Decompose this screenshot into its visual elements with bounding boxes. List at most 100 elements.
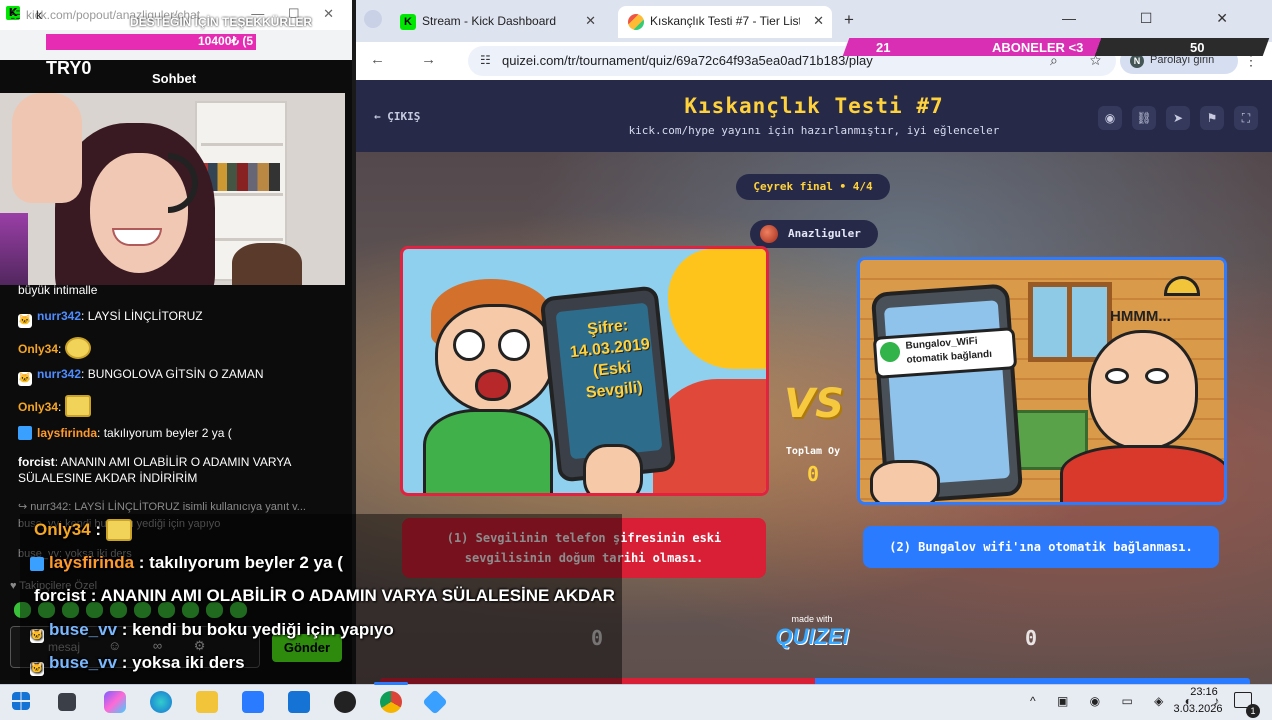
total-votes-label: Toplam Oy: [785, 446, 841, 457]
link-icon[interactable]: ⛓: [1132, 106, 1156, 130]
versus-badge: VS: [784, 381, 844, 427]
illustration-hair: [668, 249, 766, 369]
emote-icon[interactable]: [38, 602, 55, 618]
site-settings-icon[interactable]: ☷: [10, 8, 21, 22]
chat-heading: Sohbet: [152, 71, 197, 86]
chat-input-tools[interactable]: ☺ ∞ ⚙: [108, 638, 219, 654]
browser-window: K Stream - Kick Dashboard ✕ Kıskançlık T…: [356, 0, 1272, 684]
chat-username[interactable]: nurr342: [37, 309, 81, 323]
option-1-label[interactable]: (1) Sevgilinin telefon şifresinin eski s…: [412, 528, 756, 568]
copilot-icon[interactable]: [104, 691, 126, 713]
site-info-icon[interactable]: ☷: [480, 53, 491, 67]
tab-quiz[interactable]: Kıskançlık Testi #7 - Tier List, Kı ✕: [618, 6, 832, 38]
subscriber-badge-icon: 🐱: [18, 314, 32, 328]
option-2-image-card[interactable]: HMMM... Bungalov_WiFi otomatik bağlandı: [857, 257, 1227, 505]
avatar[interactable]: N: [1130, 54, 1144, 68]
avatar[interactable]: [760, 225, 778, 243]
webcam-plush-toy: [232, 243, 302, 285]
emote-icon[interactable]: [134, 602, 151, 618]
chat-message: Only34:: [18, 395, 91, 417]
clock-date[interactable]: 3.03.2026: [1166, 703, 1230, 715]
subscriber-goal-label: ABONELER <3: [992, 40, 1084, 55]
send-button[interactable]: Gönder: [272, 634, 342, 662]
chat-message: laysfirinda: takılıyorum beyler 2 ya (: [18, 425, 232, 441]
chat-username[interactable]: Only34: [18, 342, 58, 356]
illustration-eye: [1105, 368, 1129, 384]
chat-message: büyük intimalle: [18, 282, 97, 298]
tab-search-icon[interactable]: [364, 10, 382, 28]
chat-username[interactable]: laysfirinda: [37, 426, 97, 440]
streamer-name: TRY0: [46, 58, 92, 78]
made-with-label: made with: [791, 614, 833, 624]
emote-icon: [64, 395, 91, 417]
quizei-favicon-icon: [628, 14, 644, 30]
chat-message-text: : takılıyorum beyler 2 ya (: [97, 426, 232, 440]
flag-icon[interactable]: ⚑: [1200, 106, 1224, 130]
option-1-image-card[interactable]: Şifre: 14.03.2019 (Eski Sevgili): [400, 246, 769, 496]
chat-message: 🐱 nurr342: LAYSİ LİNÇLİTORUZ: [18, 308, 203, 328]
subscriber-goal-target: 50: [1190, 40, 1205, 55]
emote-icon: [64, 337, 91, 359]
creator-name[interactable]: Anazliguler: [788, 227, 861, 240]
close-icon[interactable]: ✕: [585, 6, 596, 36]
chrome-icon[interactable]: [380, 691, 402, 713]
chat-message-faded: buse_vv: kendi bu boku yediği için yapıy…: [18, 518, 221, 530]
followers-only-notice: ♥ Takipçilere Özel: [10, 580, 98, 592]
fullscreen-icon[interactable]: ⛶: [1234, 106, 1258, 130]
quiz-header-actions: ◉ ⛓ ➤ ⚑ ⛶: [1098, 106, 1258, 130]
chat-message-faded: buse_vv: yoksa iki ders: [18, 548, 132, 560]
emote-picker-strip[interactable]: [14, 602, 274, 618]
donation-goal-text: 10400₺ (5: [198, 34, 254, 48]
illustration-shirt: [1060, 445, 1224, 502]
emote-icon[interactable]: [182, 602, 199, 618]
new-tab-button[interactable]: +: [844, 10, 854, 30]
emote-icon[interactable]: [62, 602, 79, 618]
total-votes-count: 0: [806, 462, 820, 486]
file-explorer-icon[interactable]: [196, 691, 218, 713]
quizei-logo[interactable]: QUIZEI: [762, 624, 862, 650]
window-controls[interactable]: — ☐ ✕: [1062, 10, 1258, 27]
emote-icon[interactable]: [86, 602, 103, 618]
chat-address-text[interactable]: k: [36, 8, 42, 22]
emote-icon[interactable]: [14, 602, 31, 618]
edge-icon[interactable]: [150, 691, 172, 713]
outlook-icon[interactable]: [288, 691, 310, 713]
chat-message-text: : BUNGOLOVA GİTSİN O ZAMAN: [81, 367, 264, 381]
tab-kick-dashboard[interactable]: K Stream - Kick Dashboard ✕: [390, 6, 604, 38]
chat-input-placeholder[interactable]: mesaj: [48, 640, 80, 654]
option-2-votes: 0: [1024, 626, 1038, 650]
chat-username[interactable]: nurr342: [37, 367, 81, 381]
emote-icon[interactable]: [206, 602, 223, 618]
chat-message-text: :: [58, 400, 62, 414]
eye-icon[interactable]: ◉: [1098, 106, 1122, 130]
emote-icon[interactable]: [230, 602, 247, 618]
notification-count-badge[interactable]: 1: [1246, 704, 1260, 718]
task-view-icon[interactable]: [58, 693, 76, 711]
chat-message-text: :: [58, 342, 62, 356]
chat-popout-window: K kick.com/popout/anazliguler/chat — ☐ ✕…: [0, 0, 352, 684]
option-1-button[interactable]: (1) Sevgilinin telefon şifresinin eski s…: [402, 518, 766, 578]
chat-username[interactable]: Only34: [18, 400, 58, 414]
windows-start-icon[interactable]: [12, 692, 30, 710]
share-icon[interactable]: ➤: [1166, 106, 1190, 130]
donation-thanks-text: DESTEĞİN İÇİN TEŞEKKÜRLER: [130, 15, 313, 29]
emote-icon[interactable]: [110, 602, 127, 618]
chat-message: Only34:: [18, 337, 91, 359]
tab-title[interactable]: Kıskançlık Testi #7 - Tier List, Kı: [650, 6, 800, 36]
obs-icon[interactable]: [334, 691, 356, 713]
chat-message-text: : LAYSİ LİNÇLİTORUZ: [81, 309, 203, 323]
store-icon[interactable]: [242, 691, 264, 713]
webcam-lamp: [0, 213, 28, 285]
close-icon[interactable]: ✕: [813, 6, 824, 36]
url-text[interactable]: quizei.com/tr/tournament/quiz/69a72c64f9…: [502, 53, 873, 68]
subscriber-count: 21: [876, 40, 891, 55]
phone-screen-text: Şifre: 14.03.2019 (Eski Sevgili): [569, 317, 651, 402]
illustration-hand: [870, 460, 940, 502]
reply-preview[interactable]: ↪ nurr342: LAYSİ LİNÇLİTORUZ isimli kull…: [18, 500, 306, 513]
emote-icon[interactable]: [158, 602, 175, 618]
tab-title[interactable]: Stream - Kick Dashboard: [422, 6, 572, 36]
clock-time[interactable]: 23:16: [1174, 686, 1234, 698]
chat-username[interactable]: forcist: [18, 455, 55, 469]
option-2-label[interactable]: (2) Bungalov wifi'ına otomatik bağlanmas…: [889, 537, 1192, 557]
option-2-button[interactable]: (2) Bungalov wifi'ına otomatik bağlanmas…: [863, 526, 1219, 568]
